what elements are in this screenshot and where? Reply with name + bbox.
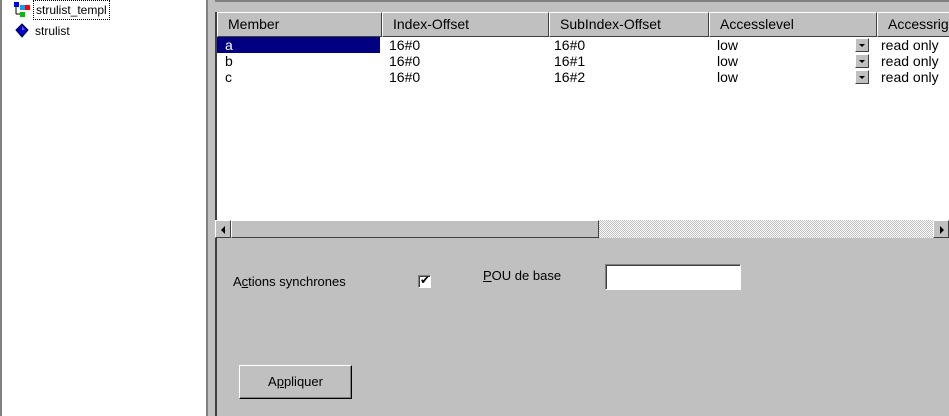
cell-accessright[interactable]: read only — [881, 69, 949, 85]
checkmark-icon: ✔ — [420, 273, 431, 287]
properties-pane: Member Index-Offset SubIndex-Offset Acce… — [215, 0, 949, 416]
apply-button[interactable]: Appliquer — [239, 365, 352, 399]
accesslevel-dropdown-button[interactable] — [855, 54, 869, 68]
cell-accesslevel[interactable]: low — [717, 37, 837, 53]
cell-index-offset[interactable]: 16#0 — [389, 37, 539, 53]
tree-item-label: strulist — [35, 24, 70, 38]
accesslevel-dropdown-button[interactable] — [855, 38, 869, 52]
cell-accesslevel[interactable]: low — [717, 53, 837, 69]
sync-actions-label: Actions synchrones — [233, 274, 346, 289]
table-row[interactable]: b 16#0 16#1 low read only — [217, 53, 949, 69]
member-grid[interactable]: Member Index-Offset SubIndex-Offset Acce… — [215, 12, 949, 222]
sync-actions-checkbox[interactable]: ✔ — [418, 273, 431, 288]
accesslevel-dropdown-button[interactable] — [855, 70, 869, 84]
scroll-thumb[interactable] — [231, 220, 599, 238]
table-row[interactable]: c 16#0 16#2 low read only — [217, 69, 949, 85]
template-icon — [14, 2, 30, 18]
cell-accesslevel[interactable]: low — [717, 69, 837, 85]
tree-item-label: strulist_templ — [33, 0, 110, 20]
pane-splitter[interactable] — [208, 0, 215, 416]
cell-accessright[interactable]: read only — [881, 53, 949, 69]
cell-member[interactable]: a — [217, 37, 380, 53]
cell-accessright[interactable]: read only — [881, 37, 949, 53]
diamond-icon — [14, 23, 30, 39]
column-header-member[interactable]: Member — [217, 12, 382, 37]
properties-form: Actions synchrones ✔ POU de base Appliqu… — [215, 238, 949, 416]
cell-subindex-offset[interactable]: 16#1 — [554, 53, 704, 69]
column-header-accessright[interactable]: Accessright — [877, 12, 949, 37]
cell-index-offset[interactable]: 16#0 — [389, 53, 539, 69]
column-header-index-offset[interactable]: Index-Offset — [382, 12, 549, 37]
cell-member[interactable]: b — [225, 53, 375, 69]
column-header-subindex-offset[interactable]: SubIndex-Offset — [549, 12, 709, 37]
tree-item-strulist[interactable]: strulist — [14, 22, 72, 40]
tree-item-strulist-templ[interactable]: strulist_templ — [14, 0, 110, 20]
cell-subindex-offset[interactable]: 16#2 — [554, 69, 704, 85]
cell-index-offset[interactable]: 16#0 — [389, 69, 539, 85]
base-pou-label: POU de base — [483, 268, 562, 283]
tree-edge — [0, 0, 2, 416]
scroll-left-arrow-icon[interactable] — [215, 220, 231, 238]
cell-subindex-offset[interactable]: 16#0 — [554, 37, 704, 53]
horizontal-scrollbar[interactable] — [215, 220, 949, 238]
grid-header: Member Index-Offset SubIndex-Offset Acce… — [217, 12, 949, 37]
table-row[interactable]: a 16#0 16#0 low read only — [217, 37, 949, 53]
scroll-right-arrow-icon[interactable] — [933, 220, 949, 238]
base-pou-input[interactable] — [605, 264, 741, 290]
object-tree[interactable]: strulist_templ strulist — [0, 0, 208, 416]
column-header-accesslevel[interactable]: Accesslevel — [709, 12, 877, 37]
cell-member[interactable]: c — [225, 69, 375, 85]
top-edge — [215, 0, 949, 12]
